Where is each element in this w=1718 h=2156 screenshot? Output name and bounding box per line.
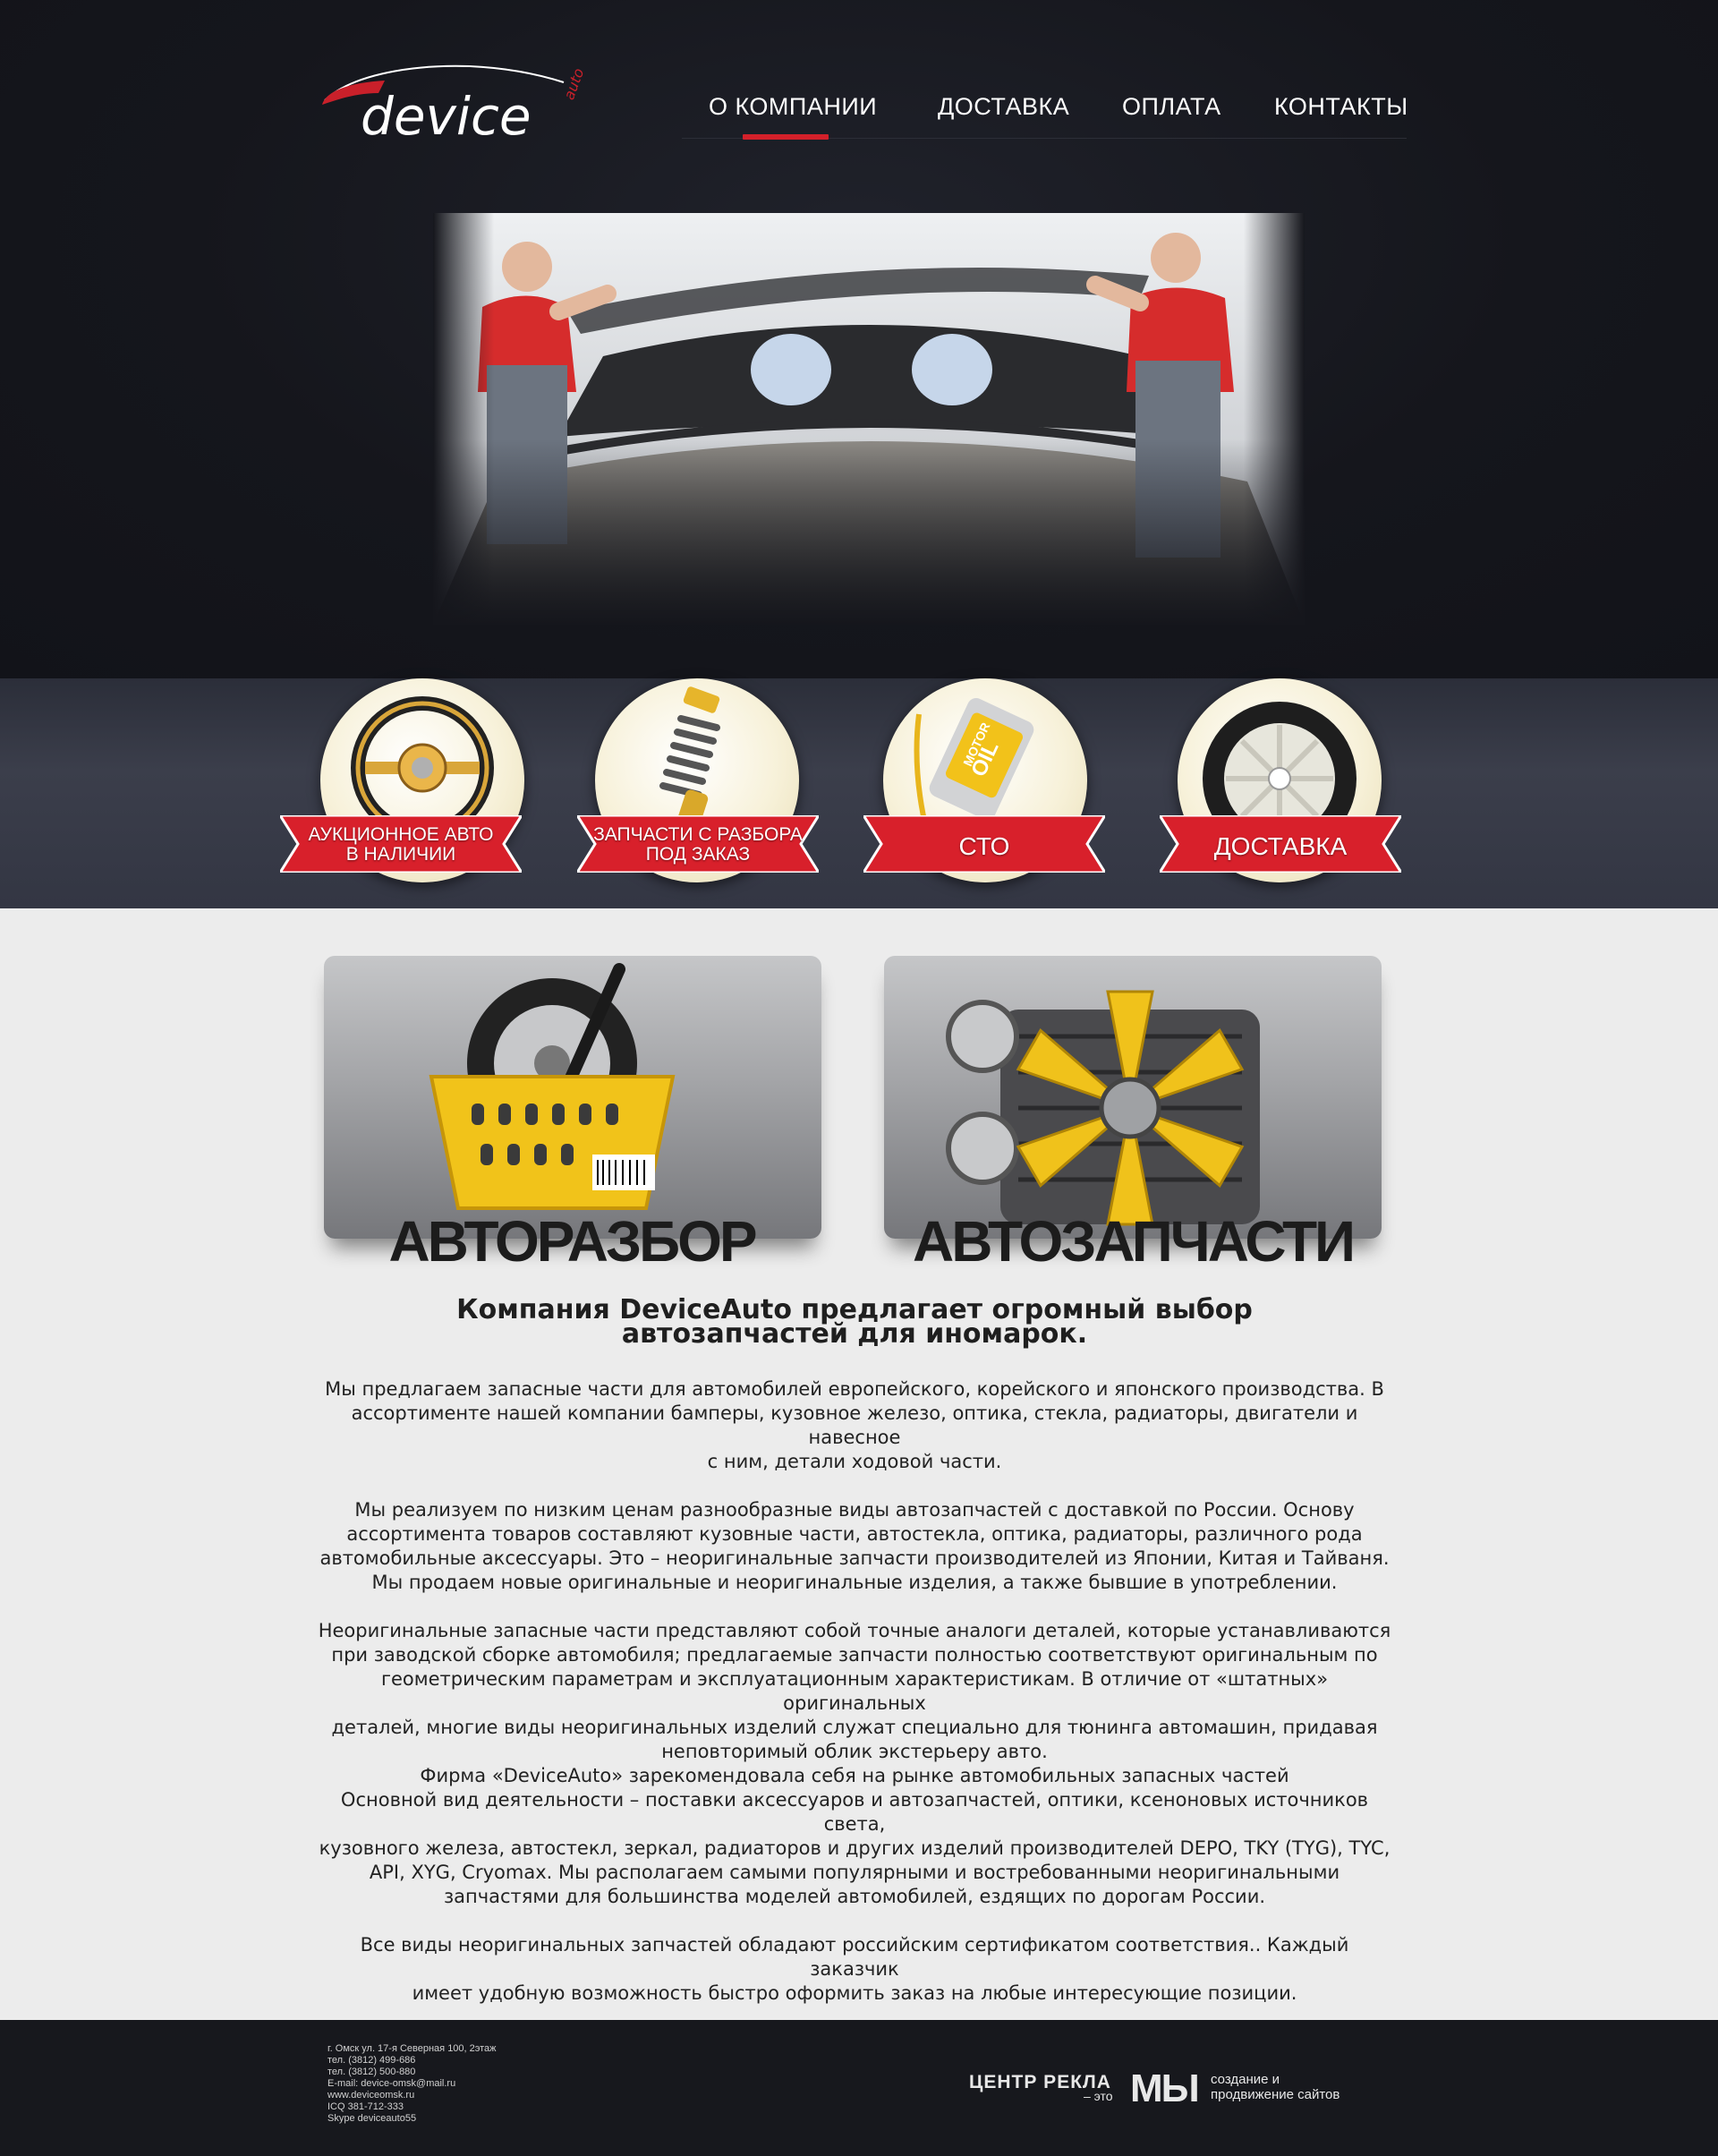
logo-text: device [361,86,532,145]
basket-with-wheel-icon [429,963,676,1210]
category-used-parts[interactable]: ЗАПЧАСТИ С РАЗБОРА ПОД ЗАКАЗ [577,678,819,884]
nav-payment[interactable]: ОПЛАТА [1122,93,1221,121]
content-paragraph: Мы предлагаем запасные части для автомоб… [325,1378,1384,1472]
footer: г. Омск ул. 17-я Северная 100, 2этаж тел… [0,2020,1718,2156]
tile-autoparts[interactable] [884,956,1382,1239]
nav-delivery[interactable]: ДОСТАВКА [938,93,1069,121]
content-headline: Компания DeviceAuto предлагает огромный … [456,1294,1253,1350]
category-label: СТО [958,832,1010,860]
category-service-station[interactable]: MOTOR OIL СТО [863,678,1105,884]
tile-dismantling-title[interactable]: АВТОРАЗБОР [285,1208,858,1274]
footer-contacts: г. Омск ул. 17-я Северная 100, 2этаж тел… [327,2043,497,2124]
category-label: ДОСТАВКА [1213,832,1348,860]
content-paragraph: Мы реализуем по низким ценам разнообразн… [319,1499,1390,1593]
category-label: АУКЦИОННОЕ АВТО В НАЛИЧИИ [308,824,494,865]
nav-contacts[interactable]: КОНТАКТЫ [1274,93,1408,121]
content-paragraph: Все виды неоригинальных запчастей облада… [360,1934,1349,2004]
nav-about[interactable]: О КОМПАНИИ [709,93,877,140]
hero-photo [433,213,1305,625]
logo-mark: auto [560,65,587,102]
header: device auto О КОМПАНИИ ДОСТАВКА ОПЛАТА К… [0,0,1718,678]
category-delivery[interactable]: ДОСТАВКА [1160,678,1401,884]
engine-fan-icon [946,990,1260,1226]
content-paragraph: Неоригинальные запасные части представля… [318,1620,1391,1762]
main-nav: О КОМПАНИИ ДОСТАВКА ОПЛАТА КОНТАКТЫ [682,89,1408,140]
site-logo[interactable]: device auto [318,55,622,145]
category-band: АУКЦИОННОЕ АВТО В НАЛИЧИИ ЗАПЧАСТИ С РАЗ… [0,678,1718,908]
tile-autoparts-title[interactable]: АВТОЗАПЧАСТИ [846,1208,1419,1274]
category-label: ЗАПЧАСТИ С РАЗБОРА ПОД ЗАКАЗ [593,824,803,865]
content-paragraph: Фирма «DeviceAuto» зарекомендовала себя … [319,1765,1391,1907]
tile-dismantling[interactable] [324,956,821,1239]
category-auction-cars[interactable]: АУКЦИОННОЕ АВТО В НАЛИЧИИ [280,678,524,884]
